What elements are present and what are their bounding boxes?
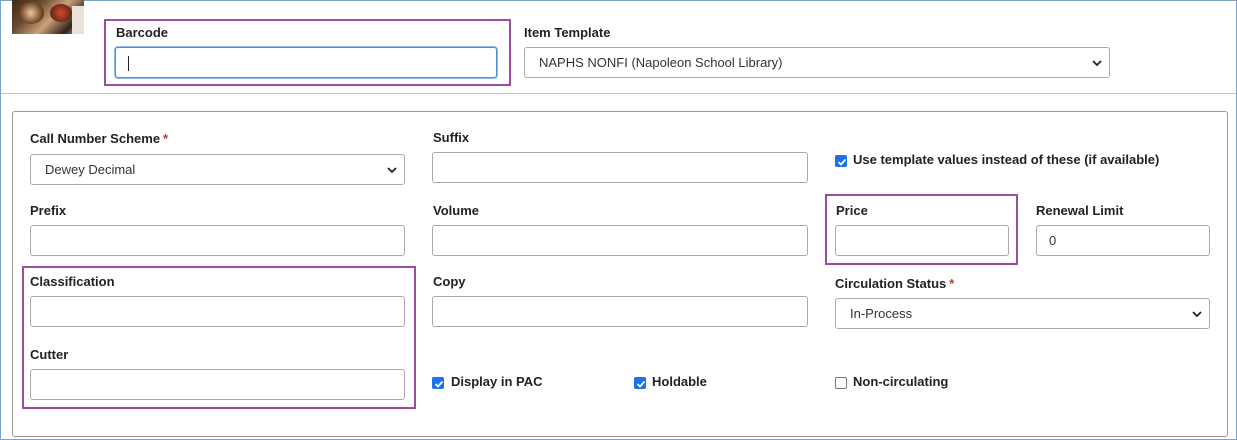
call-number-scheme-label: Call Number Scheme * [30, 131, 169, 146]
volume-label: Volume [433, 203, 479, 218]
item-template-value: NAPHS NONFI (Napoleon School Library) [539, 55, 783, 70]
cutter-label: Cutter [30, 347, 69, 362]
barcode-label: Barcode [116, 25, 169, 40]
display-in-pac-checkbox[interactable] [432, 377, 444, 389]
circulation-status-label: Circulation Status * [835, 276, 955, 291]
prefix-label: Prefix [30, 203, 67, 218]
chevron-down-icon [1192, 311, 1202, 318]
use-template-label: Use template values instead of these (if… [853, 152, 1160, 167]
renewal-limit-input[interactable]: 0 [1036, 225, 1210, 256]
volume-input[interactable] [432, 225, 808, 256]
suffix-input[interactable] [432, 152, 808, 183]
classification-input[interactable] [30, 296, 405, 327]
text-caret [128, 56, 129, 72]
checkmark-icon [837, 158, 847, 166]
price-input[interactable] [835, 225, 1009, 256]
non-circulating-checkbox[interactable] [835, 377, 847, 389]
holdable-checkbox[interactable] [634, 377, 646, 389]
price-label: Price [836, 203, 868, 218]
checkmark-icon [636, 380, 646, 388]
required-asterisk: * [949, 276, 955, 291]
non-circulating-label: Non-circulating [853, 374, 949, 389]
chevron-down-icon [1092, 60, 1102, 67]
call-number-scheme-value: Dewey Decimal [45, 162, 136, 177]
copy-label: Copy [433, 274, 466, 289]
required-asterisk: * [163, 131, 169, 146]
section-divider [1, 93, 1236, 94]
classification-label: Classification [30, 274, 115, 289]
item-template-select[interactable]: NAPHS NONFI (Napoleon School Library) [524, 47, 1110, 78]
copy-input[interactable] [432, 296, 808, 327]
barcode-input[interactable] [115, 47, 497, 78]
use-template-checkbox[interactable] [835, 155, 847, 167]
display-in-pac-label: Display in PAC [451, 374, 543, 389]
cutter-input[interactable] [30, 369, 405, 400]
call-number-scheme-select[interactable]: Dewey Decimal [30, 154, 405, 185]
renewal-limit-label: Renewal Limit [1036, 203, 1124, 218]
prefix-input[interactable] [30, 225, 405, 256]
suffix-label: Suffix [433, 130, 470, 145]
circulation-status-value: In-Process [850, 306, 913, 321]
checkmark-icon [434, 380, 444, 388]
food-thumbnail-image [12, 0, 84, 34]
item-template-label: Item Template [524, 25, 611, 40]
holdable-label: Holdable [652, 374, 707, 389]
circulation-status-select[interactable]: In-Process [835, 298, 1210, 329]
chevron-down-icon [387, 167, 397, 174]
